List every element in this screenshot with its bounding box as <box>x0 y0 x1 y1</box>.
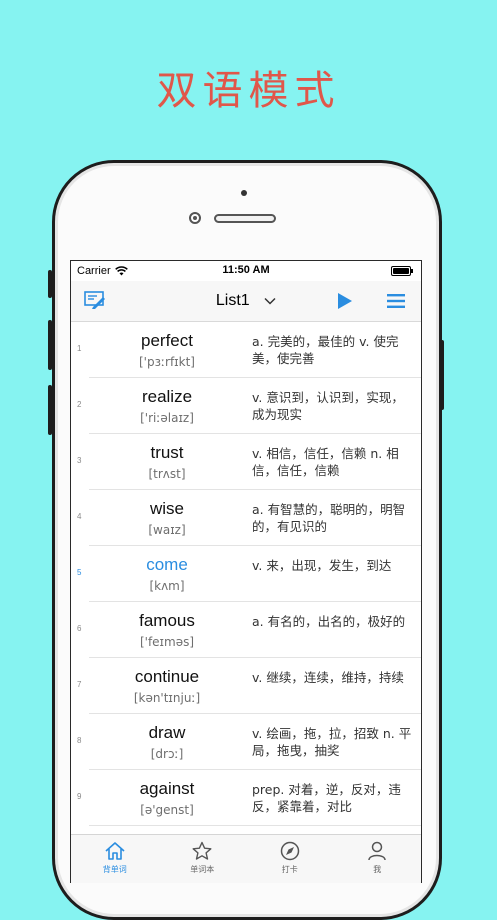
word-row[interactable]: 6 famous ['feɪməs] a. 有名的，出名的，极好的 <box>77 602 421 658</box>
word-meaning: a. 有名的，出名的，极好的 <box>252 614 406 629</box>
word-phonetic: [kʌm] <box>149 579 185 593</box>
play-icon <box>338 293 352 309</box>
status-time: 11:50 AM <box>222 264 270 276</box>
star-icon <box>159 841 247 861</box>
battery-icon <box>391 266 413 276</box>
word-text: trust <box>150 443 184 462</box>
word-meaning: a. 完美的，最佳的 v. 使完美，使完善 <box>252 334 399 366</box>
tab-star[interactable]: 单词本 <box>159 835 247 883</box>
list-selector[interactable]: List1 <box>71 292 421 310</box>
compass-icon <box>246 841 334 861</box>
word-row[interactable]: 8 draw [drɔː] v. 绘画，拖，拉，招致 n. 平局，拖曳，抽奖 <box>77 714 421 770</box>
word-index: 5 <box>77 568 82 577</box>
word-meaning: v. 来，出现，发生，到达 <box>252 558 392 573</box>
word-text: draw <box>148 723 186 742</box>
word-index: 2 <box>77 400 82 409</box>
word-text: realize <box>141 387 193 406</box>
tab-label: 打卡 <box>281 865 298 874</box>
word-meaning: v. 继续，连续，维持，持续 <box>252 670 404 685</box>
word-row[interactable]: 9 against [ə'genst] prep. 对着，逆，反对，违反，紧靠着，对比 <box>77 770 421 826</box>
word-phonetic: ['pɜːrfɪkt] <box>139 355 195 369</box>
word-row[interactable]: 4 wise [waɪz] a. 有智慧的，聪明的，明智的，有见识的 <box>77 490 421 546</box>
home-icon <box>71 841 159 861</box>
word-row[interactable]: 5 come [kʌm] v. 来，出现，发生，到达 <box>77 546 421 602</box>
word-list[interactable]: 1 perfect ['pɜːrfɪkt] a. 完美的，最佳的 v. 使完美，使完善… <box>71 322 421 882</box>
proximity-sensor <box>189 212 201 224</box>
word-index: 8 <box>77 736 82 745</box>
tab-label: 背单词 <box>102 865 127 874</box>
hamburger-menu-icon <box>387 294 405 308</box>
word-phonetic: ['feɪməs] <box>139 635 195 649</box>
word-meaning: a. 有智慧的，聪明的，明智的，有见识的 <box>252 502 406 534</box>
tab-person[interactable]: 我 <box>334 835 422 883</box>
chevron-down-icon <box>264 297 276 305</box>
tab-home[interactable]: 背单词 <box>71 835 159 883</box>
front-camera <box>241 190 247 196</box>
tab-label: 我 <box>373 865 382 874</box>
word-index: 4 <box>77 512 82 521</box>
word-index: 3 <box>77 456 82 465</box>
word-meaning: prep. 对着，逆，反对，违反，紧靠着，对比 <box>252 782 401 814</box>
word-phonetic: [drɔː] <box>150 747 184 761</box>
word-text: wise <box>149 499 184 518</box>
word-phonetic: [kən'tɪnjuː] <box>133 691 201 705</box>
word-phonetic: [waɪz] <box>148 523 186 537</box>
word-index: 1 <box>77 344 82 353</box>
status-bar: Carrier 11:50 AM <box>71 261 421 281</box>
word-row[interactable]: 1 perfect ['pɜːrfɪkt] a. 完美的，最佳的 v. 使完美，使完善 <box>77 322 421 378</box>
word-phonetic: [ə'genst] <box>140 803 194 817</box>
word-meaning: v. 相信，信任，信赖 n. 相信，信任，信赖 <box>252 446 399 478</box>
word-meaning: v. 绘画，拖，拉，招致 n. 平局，拖曳，抽奖 <box>252 726 412 758</box>
tab-bar: 背单词 单词本 打卡 我 <box>71 834 421 883</box>
word-row[interactable]: 3 trust [trʌst] v. 相信，信任，信赖 n. 相信，信任，信赖 <box>77 434 421 490</box>
person-icon <box>334 841 422 861</box>
tab-compass[interactable]: 打卡 <box>246 835 334 883</box>
word-index: 9 <box>77 792 82 801</box>
promo-title: 双语模式 <box>156 68 341 114</box>
word-text: perfect <box>141 331 193 350</box>
app-screen: Carrier 11:50 AM List1 1 perfect ['pɜːrf… <box>70 260 422 883</box>
word-phonetic: ['riːəlaɪz] <box>140 411 194 425</box>
word-phonetic: [trʌst] <box>148 467 186 481</box>
word-text: famous <box>139 611 195 630</box>
navigation-bar: List1 <box>71 281 421 322</box>
tab-label: 单词本 <box>190 865 215 874</box>
earpiece-speaker <box>214 214 276 223</box>
word-row[interactable]: 7 continue [kən'tɪnjuː] v. 继续，连续，维持，持续 <box>77 658 421 714</box>
list-title: List1 <box>215 292 250 309</box>
word-text: against <box>139 779 195 798</box>
word-index: 6 <box>77 624 82 633</box>
word-index: 7 <box>77 680 82 689</box>
word-meaning: v. 意识到，认识到，实现，成为现实 <box>252 390 404 422</box>
word-text: come <box>146 555 188 574</box>
menu-button[interactable] <box>387 293 405 313</box>
play-button[interactable] <box>337 292 353 314</box>
word-text: continue <box>134 667 200 686</box>
word-row[interactable]: 2 realize ['riːəlaɪz] v. 意识到，认识到，实现，成为现实 <box>77 378 421 434</box>
